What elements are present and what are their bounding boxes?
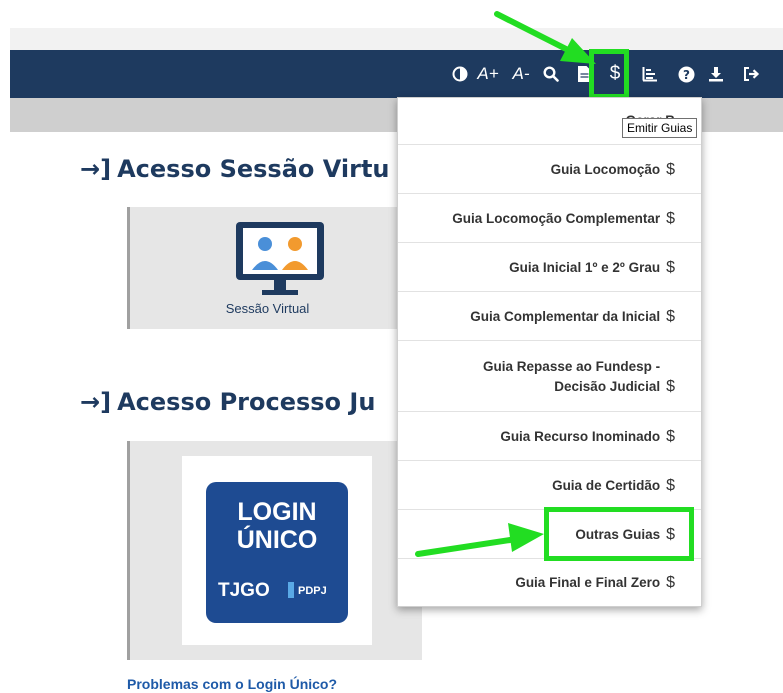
dollar-icon: $: [666, 160, 675, 178]
login-logo-line1: LOGIN: [237, 498, 317, 526]
monitor-users-icon: [236, 222, 324, 295]
login-unico-tile: LOGIN ÚNICO TJGO PDPJ: [182, 456, 372, 645]
processo-judicial-title: →] Acesso Processo Ju: [80, 388, 376, 416]
login-logo-line2: ÚNICO: [236, 526, 318, 554]
dollar-highlight-box: [589, 49, 629, 99]
dollar-icon: $: [666, 574, 675, 591]
emitir-guias-tooltip: Emitir Guias: [622, 118, 698, 138]
login-logo-tjgo: TJGO: [218, 580, 270, 601]
dollar-icon: $: [666, 378, 675, 395]
help-icon[interactable]: ?: [676, 62, 696, 86]
dropdown-item-guia-certidao[interactable]: Guia de Certidão $: [398, 462, 701, 510]
problemas-login-link[interactable]: Problemas com o Login Único?: [127, 676, 337, 692]
top-strip-secondary: [10, 28, 783, 50]
dropdown-item-guia-complementar-inicial[interactable]: Guia Complementar da Inicial $: [398, 293, 701, 341]
dollar-icon: $: [666, 476, 675, 494]
logout-icon[interactable]: [740, 62, 762, 86]
font-increase-button[interactable]: A+: [473, 62, 503, 86]
login-unico-card[interactable]: LOGIN ÚNICO TJGO PDPJ: [127, 441, 422, 660]
dropdown-item-guia-final[interactable]: Guia Final e Final Zero $: [398, 560, 701, 606]
sign-in-arrow-icon: →]: [80, 155, 112, 183]
sessao-virtual-title: →] Acesso Sessão Virtu: [80, 155, 390, 183]
logo-divider: [288, 582, 294, 598]
contrast-icon[interactable]: [450, 62, 470, 86]
download-icon[interactable]: [706, 62, 726, 86]
bar-chart-icon[interactable]: [640, 62, 660, 86]
svg-text:?: ?: [683, 67, 690, 81]
dropdown-item-guia-recurso-inominado[interactable]: Guia Recurso Inominado $: [398, 413, 701, 461]
login-unico-logo[interactable]: LOGIN ÚNICO TJGO PDPJ: [206, 482, 348, 623]
sessao-virtual-caption: Sessão Virtual: [225, 301, 310, 316]
dropdown-item-guia-inicial[interactable]: Guia Inicial 1º e 2º Grau $: [398, 244, 701, 292]
dollar-icon: $: [666, 258, 675, 276]
dropdown-item-guia-repasse-fundesp[interactable]: Guia Repasse ao Fundesp - Decisão Judicia…: [398, 342, 701, 412]
navbar: [10, 50, 783, 98]
dollar-icon: $: [666, 209, 675, 227]
top-strip: [0, 0, 783, 28]
dropdown-item-guia-locomocao[interactable]: Guia Locomoção $: [398, 146, 701, 194]
search-icon[interactable]: [540, 62, 562, 86]
dollar-icon: $: [666, 307, 675, 325]
outras-guias-highlight-box: [544, 507, 694, 561]
login-logo-pdpj: PDPJ: [298, 585, 327, 597]
sessao-virtual-card[interactable]: Sessão Virtual: [127, 207, 405, 329]
sign-in-arrow-icon: →]: [80, 388, 112, 416]
font-decrease-button[interactable]: A-: [508, 62, 534, 86]
dollar-icon: $: [666, 427, 675, 445]
dropdown-item-guia-locomocao-complementar[interactable]: Guia Locomoção Complementar $: [398, 195, 701, 243]
